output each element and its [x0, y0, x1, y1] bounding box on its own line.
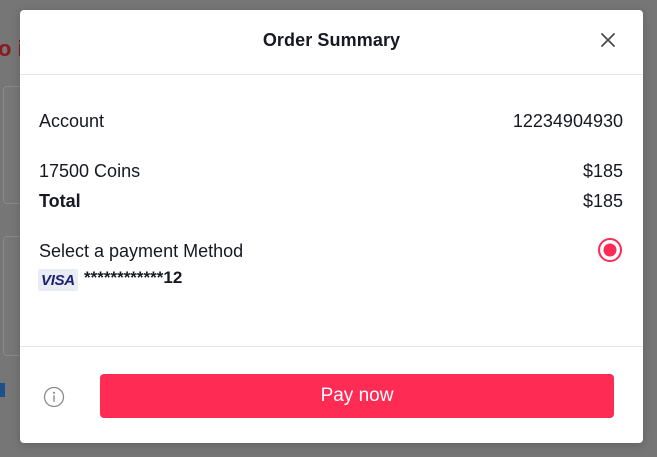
account-row: Account 12234904930 [39, 111, 623, 135]
payment-method-radio[interactable] [597, 237, 623, 263]
close-icon [601, 33, 615, 47]
total-value: $185 [582, 191, 623, 211]
close-button[interactable] [596, 28, 620, 52]
dialog-footer: Pay now [20, 346, 643, 444]
visa-logo: VISA [38, 269, 78, 291]
account-label: Account [39, 111, 105, 131]
info-button[interactable] [43, 386, 65, 408]
visa-logo-text: VISA [41, 272, 75, 289]
payment-method-row: Select a payment Method [39, 241, 623, 265]
pay-now-button[interactable]: Pay now [100, 374, 614, 418]
card-number: ************12 [84, 268, 183, 287]
order-summary-dialog: Order Summary Account 12234904930 17500 … [20, 10, 643, 443]
item-label: 17500 Coins [39, 161, 141, 181]
dialog-header: Order Summary [20, 10, 643, 75]
item-row: 17500 Coins $185 [39, 161, 623, 185]
info-icon [43, 386, 65, 408]
account-value: 12234904930 [512, 111, 623, 131]
radio-selected-icon [598, 238, 622, 262]
item-price: $185 [582, 161, 623, 181]
total-row: Total $185 [39, 191, 623, 215]
saved-card[interactable]: VISA ************12 [38, 268, 238, 291]
total-label: Total [39, 191, 81, 211]
background-chip [0, 383, 5, 397]
payment-method-label: Select a payment Method [39, 241, 244, 261]
dialog-title: Order Summary [262, 30, 401, 50]
